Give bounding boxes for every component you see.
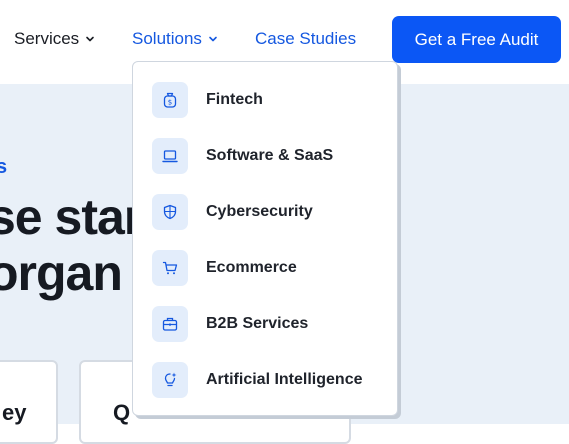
logo-card: ey — [0, 360, 58, 444]
nav-solutions[interactable]: Solutions — [132, 28, 218, 50]
menu-item-label: Fintech — [206, 91, 263, 108]
cart-icon — [152, 250, 188, 286]
nav-case-studies-label: Case Studies — [255, 29, 357, 48]
nav-case-studies[interactable]: Case Studies — [255, 28, 356, 50]
hero-kicker: s — [0, 156, 8, 178]
menu-item-artificial-intelligence[interactable]: Artificial Intelligence — [152, 362, 382, 398]
money-bag-icon: $ — [152, 82, 188, 118]
menu-item-label: Ecommerce — [206, 259, 297, 276]
ai-bulb-icon — [152, 362, 188, 398]
hero-headline-line-2: organ — [0, 245, 123, 301]
nav-solutions-label: Solutions — [132, 29, 202, 48]
menu-item-software-saas[interactable]: Software & SaaS — [152, 138, 382, 174]
solutions-dropdown-menu: $ Fintech Software & SaaS Cybersecurity … — [132, 61, 398, 416]
logo-card-text: ey — [2, 400, 27, 425]
menu-item-cybersecurity[interactable]: Cybersecurity — [152, 194, 382, 230]
nav-services[interactable]: Services — [14, 28, 95, 50]
menu-item-b2b-services[interactable]: B2B Services — [152, 306, 382, 342]
svg-text:$: $ — [168, 98, 172, 106]
menu-item-label: Software & SaaS — [206, 147, 334, 164]
hero-headline-line-1: se star — [0, 189, 143, 245]
menu-item-fintech[interactable]: $ Fintech — [152, 82, 382, 118]
nav-services-label: Services — [14, 29, 80, 48]
briefcase-icon — [152, 306, 188, 342]
menu-item-label: B2B Services — [206, 315, 309, 332]
chevron-down-icon — [86, 36, 94, 42]
menu-item-ecommerce[interactable]: Ecommerce — [152, 250, 382, 286]
menu-item-label: Cybersecurity — [206, 203, 313, 220]
menu-item-label: Artificial Intelligence — [206, 371, 363, 388]
chevron-down-icon — [209, 36, 217, 42]
laptop-icon — [152, 138, 188, 174]
shield-icon — [152, 194, 188, 230]
get-free-audit-button[interactable]: Get a Free Audit — [392, 16, 561, 63]
logo-card-text: Q — [113, 400, 131, 425]
